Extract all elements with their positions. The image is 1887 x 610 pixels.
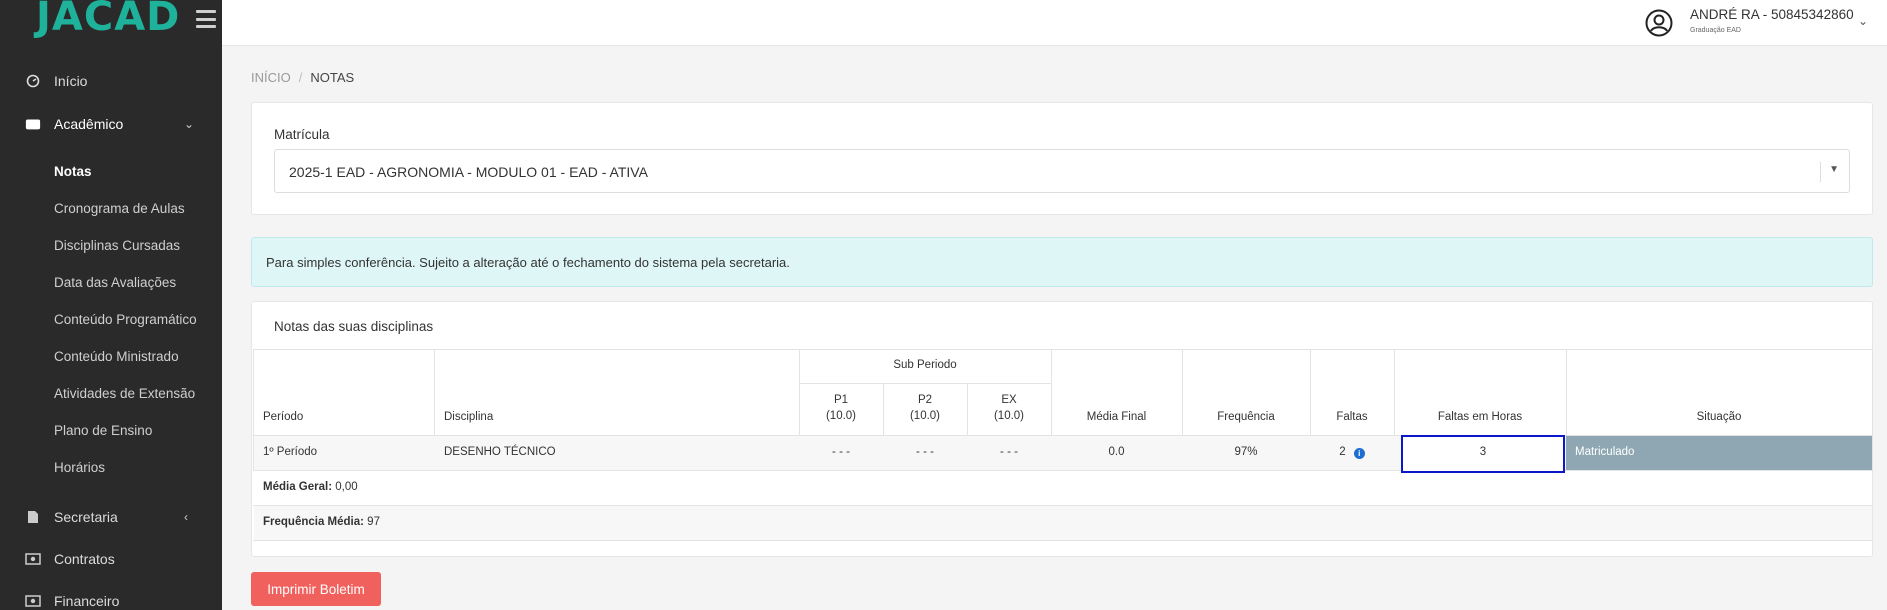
sidebar-subitem-avaliacoes[interactable]: Data das Avaliações [54, 275, 176, 290]
col-header-ex: EX [1001, 394, 1017, 406]
caret-down-icon: ▼ [1829, 164, 1839, 175]
faltas-horas-value: 3 [1479, 446, 1487, 458]
cell-disciplina: DESENHO TÉCNICO [444, 446, 556, 458]
col-header-faltas-horas: Faltas em Horas [1437, 411, 1523, 423]
cell-periodo: 1º Período [263, 446, 318, 458]
media-geral-label: Média Geral: [263, 481, 333, 493]
chevron-down-icon: ⌄ [184, 117, 195, 131]
sidebar-subitem-disciplinas[interactable]: Disciplinas Cursadas [54, 238, 180, 253]
menu-toggle-icon[interactable] [196, 10, 216, 28]
alert-text: Para simples conferência. Sujeito a alte… [266, 255, 790, 270]
top-bar: ANDRÉ RA - 50845342860 Graduação EAD ⌄ [222, 0, 1887, 46]
sidebar-item-contratos[interactable]: Contratos [0, 544, 222, 574]
breadcrumb-separator: / [298, 70, 303, 85]
sidebar-item-label: Início [54, 73, 88, 89]
col-header-frequencia: Frequência [1217, 411, 1275, 423]
col-header-media-final: Média Final [1086, 411, 1147, 423]
chevron-left-icon: ‹ [184, 510, 188, 524]
user-program: Graduação EAD [1690, 27, 1741, 34]
col-header-ex-max: (10.0) [993, 410, 1025, 422]
money-icon [25, 551, 41, 567]
matricula-selected-value: 2025-1 EAD - AGRONOMIA - MODULO 01 - EAD… [289, 164, 648, 180]
money-icon [25, 593, 41, 609]
sidebar-item-academico[interactable]: Acadêmico ⌄ [0, 109, 222, 139]
info-alert: Para simples conferência. Sujeito a alte… [251, 237, 1873, 287]
frequencia-media-row [254, 506, 1872, 540]
frequencia-media: Frequência Média: 97 [263, 516, 380, 528]
cell-ex: - - - [1000, 446, 1018, 458]
sidebar-subitem-extensao[interactable]: Atividades de Extensão [54, 386, 195, 401]
frequencia-media-label: Frequência Média: [263, 516, 364, 528]
faltas-value: 2 [1339, 446, 1346, 458]
user-name[interactable]: ANDRÉ RA - 50845342860 [1690, 7, 1854, 22]
col-header-periodo: Período [263, 411, 304, 423]
sidebar-item-inicio[interactable]: Início [0, 66, 222, 96]
document-icon [25, 509, 41, 525]
cell-p1: - - - [832, 446, 850, 458]
grades-table: Período Disciplina Sub Periodo P1 (10.0)… [253, 349, 1873, 557]
breadcrumb-home[interactable]: INÍCIO [251, 70, 291, 85]
dashboard-icon [25, 73, 41, 89]
grades-title: Notas das suas disciplinas [274, 319, 434, 334]
situacao-value: Matriculado [1575, 446, 1635, 458]
col-header-p2-max: (10.0) [909, 410, 941, 422]
sidebar-item-label: Secretaria [54, 509, 118, 525]
matricula-card: Matrícula 2025-1 EAD - AGRONOMIA - MODUL… [251, 102, 1873, 215]
grades-card: Notas das suas disciplinas Período Disci… [251, 301, 1873, 557]
media-geral-value: 0,00 [335, 481, 358, 493]
logo[interactable]: JACAD [36, 0, 180, 40]
cell-faltas: 2 i [1310, 446, 1394, 459]
cell-frequencia: 97% [1234, 446, 1258, 458]
sidebar-item-label: Acadêmico [54, 116, 124, 132]
logo-area: JACAD [0, 0, 222, 46]
sidebar-subitem-plano-ensino[interactable]: Plano de Ensino [54, 423, 152, 438]
cell-media-final: 0.0 [1108, 446, 1125, 458]
graduation-icon [25, 116, 41, 132]
user-avatar-icon[interactable] [1645, 9, 1673, 37]
info-icon[interactable]: i [1353, 448, 1365, 459]
col-header-p2: P2 [917, 394, 933, 406]
cell-p2: - - - [916, 446, 934, 458]
breadcrumb: INÍCIO / NOTAS [251, 70, 354, 85]
sidebar-subitem-horarios[interactable]: Horários [54, 460, 105, 475]
sidebar-item-label: Contratos [54, 551, 115, 567]
chevron-down-icon[interactable]: ⌄ [1858, 14, 1868, 28]
sidebar-subitem-notas[interactable]: Notas [54, 164, 92, 179]
matricula-select[interactable]: 2025-1 EAD - AGRONOMIA - MODULO 01 - EAD… [274, 149, 1850, 193]
sidebar-item-label: Financeiro [54, 593, 120, 609]
col-header-situacao: Situação [1696, 411, 1742, 423]
media-geral: Média Geral: 0,00 [263, 481, 358, 493]
col-header-disciplina: Disciplina [444, 411, 494, 423]
sidebar-subitem-conteudo-programatico[interactable]: Conteúdo Programático [54, 312, 197, 327]
print-report-button[interactable]: Imprimir Boletim [251, 572, 381, 606]
sidebar-subitem-conteudo-ministrado[interactable]: Conteúdo Ministrado [54, 349, 179, 364]
col-header-p1-max: (10.0) [825, 410, 857, 422]
select-divider [1820, 162, 1821, 182]
sidebar-item-financeiro[interactable]: Financeiro [0, 586, 222, 610]
matricula-label: Matrícula [274, 127, 330, 142]
col-header-p1: P1 [833, 394, 849, 406]
sidebar-item-secretaria[interactable]: Secretaria ‹ [0, 502, 222, 532]
frequencia-media-value: 97 [367, 516, 380, 528]
sidebar: JACAD Início Acadêmico ⌄ Notas Cronogram… [0, 0, 222, 610]
col-header-sub-periodo: Sub Periodo [893, 359, 957, 371]
breadcrumb-current: NOTAS [310, 70, 355, 85]
sidebar-subitem-cronograma[interactable]: Cronograma de Aulas [54, 201, 185, 216]
col-header-faltas: Faltas [1336, 411, 1368, 423]
